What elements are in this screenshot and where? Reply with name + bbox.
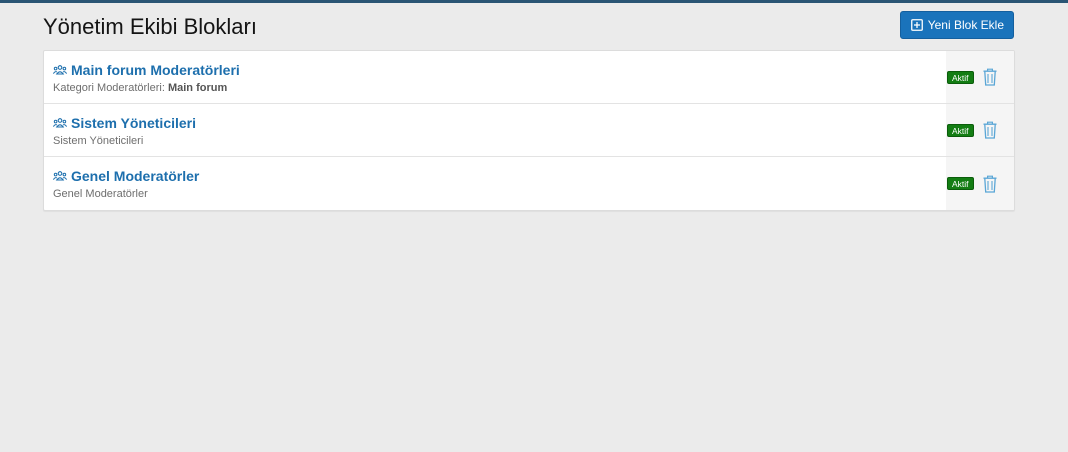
block-description-text: Genel Moderatörler [53, 188, 148, 200]
block-title: Genel Moderatörler [71, 168, 200, 184]
trash-icon[interactable] [983, 68, 997, 86]
users-icon [53, 170, 67, 182]
block-description: Sistem Yöneticileri [53, 134, 946, 148]
block-description-text: Kategori Moderatörleri: [53, 82, 165, 94]
block-row-link[interactable]: Main forum Moderatörleri Kategori Modera… [44, 51, 946, 103]
status-badge: Aktif [947, 70, 974, 84]
users-icon [53, 64, 67, 76]
top-stripe [0, 0, 1068, 3]
block-description-bold: Main forum [167, 82, 228, 94]
plus-square-icon [910, 19, 923, 31]
block-row: Main forum Moderatörleri Kategori Modera… [44, 51, 1014, 104]
status-badge: Aktif [947, 177, 974, 190]
block-description: Kategori Moderatörleri: Main forum [53, 81, 946, 95]
users-icon [53, 117, 67, 129]
add-block-button-label: Yeni Blok Ekle [927, 18, 1004, 32]
block-description-text: Sistem Yöneticileri [53, 135, 144, 147]
add-block-button[interactable]: Yeni Blok Ekle [899, 11, 1014, 39]
block-actions: Aktif [946, 51, 1014, 103]
block-row-link[interactable]: Genel Moderatörler Genel Moderatörler [44, 157, 946, 210]
block-list: Main forum Moderatörleri Kategori Modera… [43, 50, 1015, 211]
page-header: Yönetim Ekibi Blokları Yeni Blok Ekle [43, 11, 1014, 44]
block-title: Sistem Yöneticileri [71, 115, 197, 131]
block-description: Genel Moderatörler [53, 187, 946, 201]
block-actions: Aktif [946, 157, 1014, 210]
block-row: Genel Moderatörler Genel Moderatörler Ak… [44, 157, 1014, 210]
block-actions: Aktif [946, 104, 1014, 156]
trash-icon[interactable] [983, 121, 997, 139]
block-title: Main forum Moderatörleri [71, 62, 240, 78]
page-title: Yönetim Ekibi Blokları [43, 14, 257, 39]
status-badge: Aktif [947, 123, 974, 137]
block-row-link[interactable]: Sistem Yöneticileri Sistem Yöneticileri [44, 104, 946, 156]
block-row: Sistem Yöneticileri Sistem Yöneticileri … [44, 104, 1014, 157]
trash-icon[interactable] [983, 175, 997, 193]
